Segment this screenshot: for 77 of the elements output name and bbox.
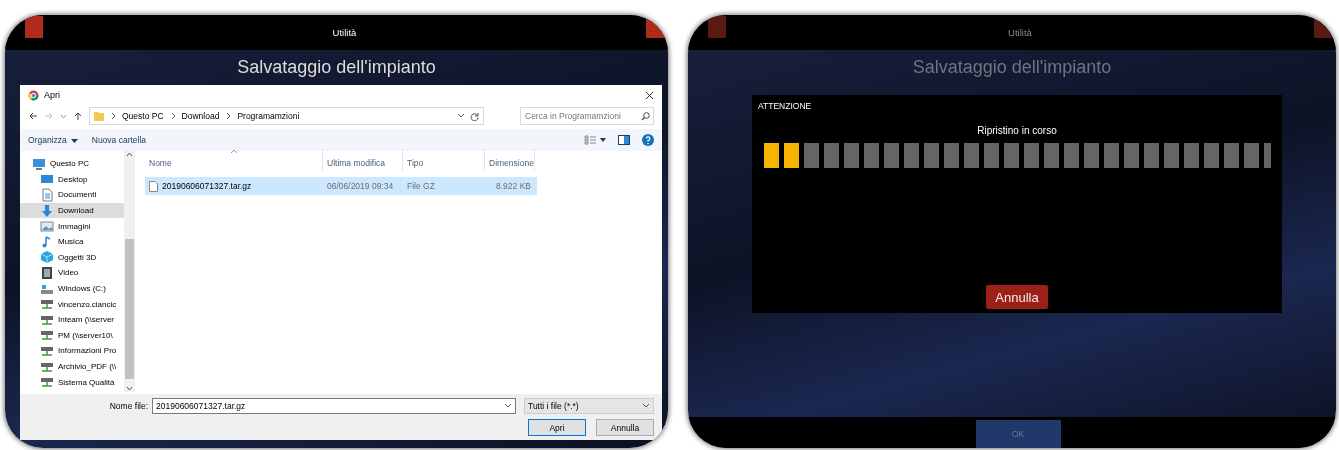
preview-pane-icon	[618, 135, 630, 145]
breadcrumb-item[interactable]: Download	[181, 111, 220, 121]
scrollbar[interactable]	[124, 151, 135, 392]
header-title: Utilità	[332, 27, 357, 38]
file-type-dropdown[interactable]: Tutti i file (*.*)	[524, 398, 654, 414]
refresh-icon	[470, 111, 479, 121]
address-bar[interactable]: Questo PC Download Programamzioni	[89, 107, 484, 125]
view-options-icon	[584, 135, 606, 145]
toolbar-button[interactable]: Organizza	[28, 135, 78, 145]
sidebar-item[interactable]: Video	[20, 265, 124, 281]
column-header[interactable]: Dimensione	[485, 149, 535, 171]
dialog-title: Apri	[44, 90, 61, 100]
file-cell: 8.922 KB	[496, 181, 531, 191]
scroll-down-icon	[126, 386, 133, 392]
page-title: Salvataggio dell'impianto	[237, 57, 436, 78]
caret-down-icon	[642, 402, 650, 410]
sidebar-item[interactable]: Questo PC	[20, 156, 124, 172]
file-name-label: Nome file:	[109, 401, 148, 411]
sidebar-item[interactable]: PM (\\server10\	[20, 327, 124, 344]
sidebar-item[interactable]: Informazioni Pro	[20, 343, 124, 359]
film-icon	[40, 265, 54, 280]
folder-icon	[94, 111, 104, 121]
toolbar-button[interactable]: Nuova cartella	[91, 135, 147, 145]
search-icon	[641, 112, 650, 121]
sidebar-item[interactable]: Oggetti 3D	[20, 249, 124, 266]
breadcrumb-item[interactable]: Questo PC	[122, 111, 164, 121]
network-drive-icon	[40, 297, 54, 312]
caret-down-icon	[457, 112, 465, 120]
network-drive-icon	[40, 375, 54, 390]
column-header[interactable]: Ultima modifica	[323, 149, 403, 171]
cancel-button[interactable]: Annulla	[986, 285, 1048, 309]
sidebar-item[interactable]: Archivio_PDF (\\	[20, 358, 124, 375]
breadcrumb-item[interactable]: Programamzioni	[237, 111, 300, 121]
sidebar-item[interactable]: Inteam (\\server	[20, 311, 124, 328]
file-cell: File GZ	[407, 181, 435, 191]
computer-icon	[32, 156, 46, 171]
cube-icon	[40, 250, 54, 265]
corner-button[interactable]	[708, 15, 726, 38]
close-icon	[645, 90, 654, 100]
warning-heading: ATTENZIONE	[758, 101, 812, 111]
sidebar-item[interactable]: Windows (C:)	[20, 280, 124, 297]
sidebar-item[interactable]: vincenzo.ciancic	[20, 296, 124, 312]
caret-down-icon	[60, 112, 67, 120]
sidebar-item[interactable]: Sistema Qualità	[20, 374, 124, 390]
status-message: Ripristino in corso	[977, 125, 1057, 136]
chevron-icon	[109, 111, 117, 121]
forward-arrow-icon	[44, 111, 54, 121]
caret-down-icon	[70, 136, 78, 144]
network-drive-icon	[40, 328, 54, 343]
sidebar-item[interactable]: Immagini	[20, 218, 124, 234]
up-arrow-icon	[73, 111, 83, 121]
down-arrow-icon	[40, 203, 54, 218]
caret-down-icon	[504, 402, 512, 410]
file-icon	[149, 180, 158, 192]
document-icon	[40, 188, 54, 202]
search-field[interactable]: Cerca in Programamzioni	[520, 107, 654, 125]
file-name-field[interactable]: 20190606071327.tar.gz	[152, 398, 516, 414]
picture-icon	[40, 219, 54, 234]
sidebar-item[interactable]: Desktop	[20, 171, 124, 188]
file-cell: 06/06/2019 09:34	[327, 181, 394, 191]
file-cell: 20190606071327.tar.gz	[162, 181, 252, 191]
sort-caret-icon	[229, 149, 238, 154]
chevron-icon	[224, 111, 233, 121]
back-arrow-icon	[28, 111, 38, 121]
column-header[interactable]: Tipo	[403, 149, 485, 171]
header-title: Utilità	[1008, 27, 1032, 38]
help-icon	[642, 134, 654, 146]
sidebar-item[interactable]: Download	[20, 202, 124, 219]
dialog-button[interactable]: Apri	[528, 419, 586, 436]
page-title: Salvataggio dell'impianto	[912, 57, 1112, 78]
sidebar-item[interactable]: Musica	[20, 233, 124, 250]
dialog-button[interactable]: Annulla	[596, 419, 654, 436]
file-row[interactable]: 20190606071327.tar.gz 06/06/2019 09:34 File GZ 8.922 KB	[145, 177, 537, 195]
scroll-up-icon	[126, 151, 133, 157]
sidebar-item[interactable]: Documenti	[20, 187, 124, 203]
browser-logo-icon	[28, 89, 39, 101]
column-header[interactable]: Nome	[145, 149, 323, 171]
